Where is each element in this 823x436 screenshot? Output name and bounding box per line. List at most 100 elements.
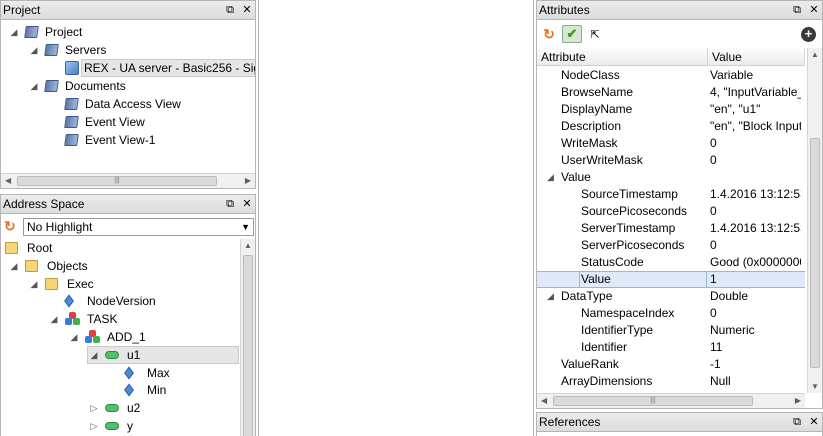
attribute-row[interactable]: IdentifierType Numeric [537,322,805,339]
select-pointer-button[interactable]: ⇱ [585,25,605,43]
col-header-value[interactable]: Value [708,48,805,66]
attribute-name: Description [561,119,622,133]
references-titlebar: References ⧉ ✕ [537,413,822,432]
address-space-tree-item[interactable]: Max [1,364,239,382]
project-hscrollbar[interactable]: ◀ ||| ▶ [1,173,255,188]
attribute-row[interactable]: NamespaceIndex 0 [537,305,805,322]
attribute-row[interactable]: ◢ Value [537,169,805,186]
close-panel-icon[interactable]: ✕ [242,1,252,20]
attribute-row[interactable]: ValueRank -1 [537,356,805,373]
attribute-value: Variable [710,68,754,82]
attribute-name: SourceTimestamp [581,187,678,201]
attribute-row[interactable]: DisplayName "en", "u1" [537,101,805,118]
address-space-tree-item[interactable]: ◢ u1 [1,345,239,364]
address-space-tree-item[interactable]: Root [1,239,239,257]
attribute-row[interactable]: ◢ DataType Double [537,288,805,305]
attribute-name: ServerPicoseconds [581,238,685,252]
attribute-row[interactable]: SourcePicoseconds 0 [537,203,805,220]
scroll-thumb[interactable] [243,255,253,436]
address-space-tree-item[interactable]: NodeVersion [1,292,239,310]
references-title: References [539,415,601,429]
scroll-right-icon[interactable]: ▶ [245,176,251,185]
address-space-vscrollbar[interactable]: ▲ [240,239,255,436]
highlight-select[interactable]: No Highlight ▼ [23,218,254,236]
scroll-thumb[interactable]: ||| [17,176,217,186]
address-space-tree-item[interactable]: ▷ y [1,417,239,435]
scroll-up-icon[interactable]: ▲ [811,50,819,59]
expand-triangle-icon[interactable]: ◢ [69,328,79,346]
close-panel-icon[interactable]: ✕ [809,1,819,20]
scroll-thumb[interactable]: ||| [553,396,753,406]
chevron-down-icon[interactable]: ▼ [241,219,250,235]
address-space-tree-item[interactable]: ◢ Objects [1,257,239,275]
attribute-row[interactable]: BrowseName 4, "InputVariable_ [537,84,805,101]
data-access-view-icon [64,98,79,110]
refresh-button[interactable]: ↻ [539,25,559,43]
float-panel-icon[interactable]: ⧉ [225,1,235,20]
attribute-value: 0 [710,153,717,167]
float-panel-icon[interactable]: ⧉ [225,195,235,214]
attribute-row[interactable]: UserWriteMask 0 [537,152,805,169]
project-tree-item[interactable]: ◢ Servers [1,41,255,59]
refresh-icon[interactable]: ↻ [4,218,16,235]
address-space-tree-item[interactable]: ▷ u2 [1,399,239,417]
attribute-name: IdentifierType [581,323,654,337]
collapsed-triangle-icon[interactable]: ▷ [89,417,99,435]
attribute-row[interactable]: Value 1 [537,271,805,288]
attribute-row[interactable]: StatusCode Good (0x0000000 [537,254,805,271]
auto-update-toggle[interactable]: ✔ [562,25,582,43]
expand-triangle-icon[interactable]: ◢ [29,41,39,59]
scroll-up-icon[interactable]: ▲ [244,241,252,250]
scroll-down-icon[interactable]: ▼ [811,382,819,391]
scroll-left-icon[interactable]: ◀ [5,176,11,185]
expand-triangle-icon[interactable]: ◢ [89,346,99,364]
collapsed-triangle-icon[interactable]: ▷ [89,399,99,417]
attribute-row[interactable]: ServerTimestamp 1.4.2016 13:12:53. [537,220,805,237]
project-tree: ◢ Project ◢ Servers REX - UA server - Basic2… [1,21,255,171]
attribute-row[interactable]: ServerPicoseconds 0 [537,237,805,254]
address-space-tree-label: Objects [47,258,88,273]
attribute-row[interactable]: WriteMask 0 [537,135,805,152]
expand-triangle-icon[interactable]: ◢ [29,275,39,293]
float-panel-icon[interactable]: ⧉ [792,1,802,20]
expand-triangle-icon[interactable]: ◢ [29,77,39,95]
expand-triangle-icon[interactable]: ◢ [9,23,19,41]
scroll-thumb[interactable] [810,138,820,368]
expand-triangle-icon[interactable]: ◢ [547,288,554,305]
address-space-tree-item[interactable]: ◢ Exec [1,275,239,293]
attribute-row[interactable]: ArrayDimensions Null [537,373,805,390]
attribute-row[interactable]: Description "en", "Block Input [537,118,805,135]
attribute-row[interactable]: Identifier 11 [537,339,805,356]
address-space-panel: Address Space ⧉ ✕ ↻ No Highlight ▼ Root ◢… [0,194,256,436]
expand-triangle-icon[interactable]: ◢ [547,169,554,186]
address-space-tree-item[interactable]: Min [1,381,239,399]
float-panel-icon[interactable]: ⧉ [792,413,802,432]
project-tree-item[interactable]: Event View-1 [1,131,255,149]
attribute-name: ServerTimestamp [581,221,676,235]
scroll-right-icon[interactable]: ▶ [795,396,801,405]
expand-triangle-icon[interactable]: ◢ [9,257,19,275]
attributes-hscrollbar[interactable]: ◀ ||| ▶ [537,393,805,408]
col-header-attribute[interactable]: Attribute [537,48,708,66]
project-tree-item[interactable]: REX - UA server - Basic256 - Sign [1,59,255,77]
project-tree-item[interactable]: ◢ Documents [1,77,255,95]
address-space-tree-item[interactable]: ◢ TASK [1,310,239,328]
attributes-vscrollbar[interactable]: ▲ ▼ [807,48,822,393]
project-tree-label: Servers [65,43,107,57]
project-tree-item[interactable]: Event View [1,113,255,131]
close-panel-icon[interactable]: ✕ [809,413,819,432]
address-space-tree-label: u2 [127,401,141,416]
address-space-tree-item[interactable]: ◢ ADD_1 [1,328,239,346]
project-tree-item[interactable]: ◢ Project [1,23,255,41]
attribute-row[interactable]: NodeClass Variable [537,67,805,84]
attribute-value: 0 [710,238,717,252]
attribute-row[interactable]: SourceTimestamp 1.4.2016 13:12:53.0 [537,186,805,203]
expand-triangle-icon[interactable]: ◢ [49,310,59,328]
add-attribute-button[interactable]: + [801,27,816,42]
close-panel-icon[interactable]: ✕ [242,195,252,214]
address-space-tree-label: TASK [87,312,118,327]
scroll-left-icon[interactable]: ◀ [541,396,547,405]
address-space-tree-label: Max [147,365,170,380]
attribute-value: "en", "u1" [710,102,761,116]
project-tree-item[interactable]: Data Access View [1,95,255,113]
